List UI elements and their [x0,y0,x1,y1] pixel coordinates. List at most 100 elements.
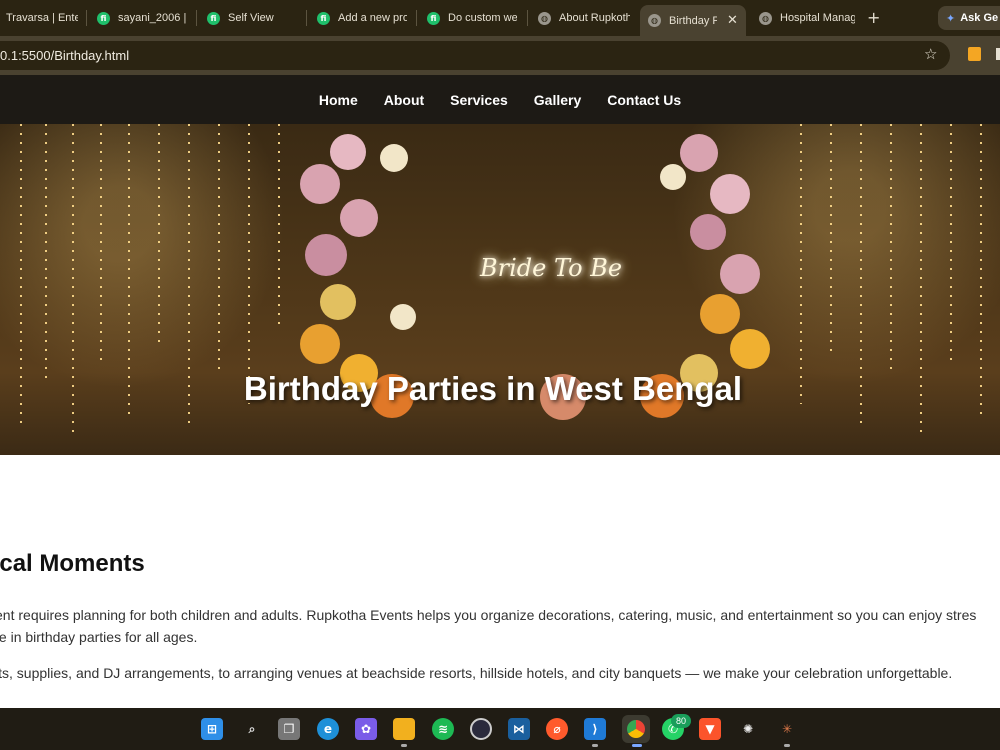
running-indicator [784,744,790,747]
address-bar[interactable] [0,41,950,70]
tab-hospital[interactable]: ◍ Hospital Manag [759,7,855,29]
fairy-lights [248,124,250,404]
tab-travarsa[interactable]: Travarsa | Enter [6,7,78,29]
tab-separator [306,10,307,26]
spotify-icon[interactable]: ≋ [432,718,454,740]
fiverr-icon: fi [207,11,220,25]
balloon [730,329,770,369]
url-text[interactable]: 0.1:5500/Birthday.html [0,48,129,63]
fairy-lights [100,124,102,364]
section-heading: lagical Moments [0,550,145,577]
balloon [300,164,340,204]
tab-title: Add a new proj [338,12,407,24]
balloon [305,234,347,276]
browser-toolbar: 0.1:5500/Birthday.html ☆ [0,36,1000,75]
balloon [710,174,750,214]
windows-start-icon[interactable]: ⊞ [201,718,223,740]
tab-separator [86,10,87,26]
close-tab-icon[interactable]: ✕ [727,13,738,28]
running-indicator [632,744,642,747]
tab-about-rupkotha[interactable]: ◍ About Rupkotha [538,7,630,29]
fairy-lights [890,124,892,374]
tab-title: Do custom web [448,12,517,24]
balloon [690,214,726,250]
tab-title: sayani_2006 | F [118,12,187,24]
balloon [720,254,760,294]
tab-birthday-active[interactable]: ◍ Birthday Pa ✕ [640,5,746,36]
nav-contact[interactable]: Contact Us [607,92,681,108]
neon-sign: Bride To Be [480,254,623,282]
new-tab-button[interactable]: + [867,8,880,27]
tab-custom-web[interactable]: fi Do custom web [427,7,517,29]
globe-icon: ◍ [759,11,772,25]
running-indicator [401,744,407,747]
fiverr-icon: fi [97,11,110,25]
nav-gallery[interactable]: Gallery [534,92,581,108]
vscode-icon[interactable]: ⟩ [584,718,606,740]
edge-icon[interactable]: e [317,718,339,740]
globe-icon: ◍ [648,14,661,27]
tab-title: Travarsa | Enter [6,12,78,24]
balloon [330,134,366,170]
tab-title: Birthday Pa [669,14,717,27]
tab-separator [527,10,528,26]
vscode-alt-icon[interactable]: ⋈ [508,718,530,740]
windows-taskbar: ⊞ ⌕ ❐ e ✿ ≋ ⋈ ⌀ ⟩ ✆ ▼ ✺ ✳ [0,708,1000,750]
fiverr-icon: fi [427,11,440,25]
brave-icon[interactable]: ▼ [699,718,721,740]
fairy-lights [218,124,220,374]
app-icon-2[interactable]: ⌀ [546,718,568,740]
fairy-lights [158,124,160,344]
paragraph-line: agement requires planning for both child… [0,607,977,623]
balloon [340,199,378,237]
fairy-lights [800,124,802,404]
chrome-icon[interactable] [622,715,650,743]
fairy-lights [45,124,47,384]
tab-sayani[interactable]: fi sayani_2006 | F [97,7,187,29]
browser-tab-bar: Travarsa | Enter fi sayani_2006 | F fi S… [0,0,1000,36]
site-navbar: Home About Services Gallery Contact Us [0,75,1000,124]
claude-icon[interactable]: ✳ [776,718,798,740]
balloon [680,134,718,172]
tab-title: About Rupkotha [559,12,630,24]
balloon [390,304,416,330]
nav-services[interactable]: Services [450,92,508,108]
hero-banner: Bride To Be Birthday Parties in West Ben… [0,124,1000,455]
fairy-lights [950,124,952,364]
file-explorer-icon[interactable] [393,718,415,740]
ask-gemini-button[interactable]: ✦ Ask Ge [938,6,1000,30]
globe-icon: ◍ [538,11,551,25]
paragraph-line: on, gifts, supplies, and DJ arrangements… [0,665,953,681]
copilot-icon[interactable]: ✿ [355,718,377,740]
balloon [320,284,356,320]
fairy-lights [830,124,832,354]
gemini-icon: ✦ [946,11,956,25]
balloon [380,144,408,172]
whatsapp-unread-badge: 80 [671,714,691,728]
fairy-lights [278,124,280,324]
bookmark-star-icon[interactable]: ☆ [924,45,937,63]
extension-icon-edge[interactable] [996,48,1000,60]
tab-add-project[interactable]: fi Add a new proj [317,7,407,29]
ask-gemini-label: Ask Ge [960,12,999,24]
search-icon[interactable]: ⌕ [241,718,263,740]
tab-self-view[interactable]: fi Self View [207,7,302,29]
nav-about[interactable]: About [384,92,424,108]
task-view-icon[interactable]: ❐ [278,718,300,740]
extension-icon[interactable] [968,47,981,61]
chatgpt-icon[interactable]: ✺ [737,718,759,740]
nav-home[interactable]: Home [319,92,358,108]
tab-separator [416,10,417,26]
running-indicator [592,744,598,747]
app-icon[interactable] [470,718,492,740]
hero-title: Birthday Parties in West Bengal [243,370,743,407]
fiverr-icon: fi [317,11,330,25]
balloon [660,164,686,190]
tab-title: Self View [228,12,274,24]
paragraph-line: ecialize in birthday parties for all age… [0,629,198,645]
tab-title: Hospital Manag [780,12,855,24]
balloon [700,294,740,334]
chrome-logo [627,720,645,738]
balloon [300,324,340,364]
tab-separator [196,10,197,26]
